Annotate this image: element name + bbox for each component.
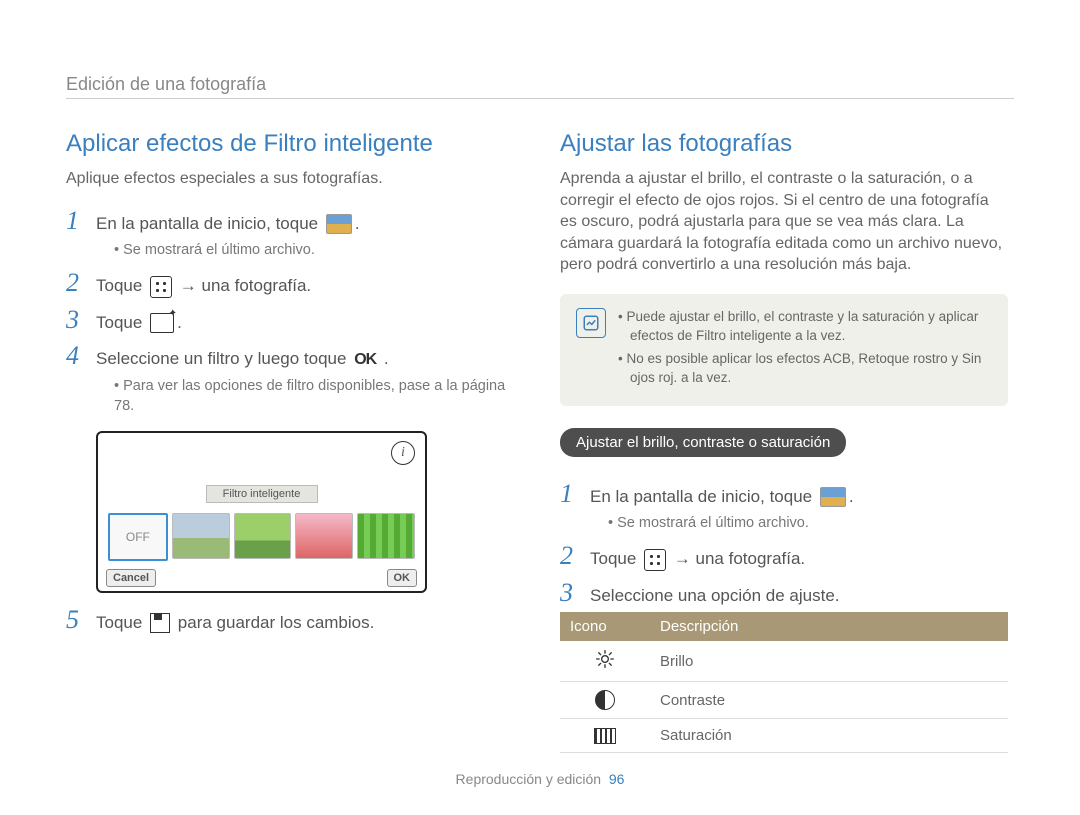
step-1-sub: Se mostrará el último archivo.	[114, 240, 514, 260]
right-column: Ajustar las fotografías Aprenda a ajusta…	[560, 130, 1008, 753]
table-header-icon: Icono	[560, 612, 650, 641]
r-step-1-sub: Se mostrará el último archivo.	[608, 513, 1008, 533]
step-text: para guardar los cambios.	[178, 613, 375, 632]
table-cell: Contraste	[650, 682, 1008, 719]
page-number: 96	[609, 771, 625, 787]
step-text: En la pantalla de inicio, toque	[590, 487, 812, 506]
step-number: 3	[560, 580, 590, 606]
note-item: No es posible aplicar los efectos ACB, R…	[618, 350, 992, 388]
info-icon[interactable]: i	[391, 441, 415, 465]
step-text: .	[849, 487, 854, 506]
step-text: Toque	[96, 313, 142, 332]
table-header-desc: Descripción	[650, 612, 1008, 641]
note-item: Puede ajustar el brillo, el contraste y …	[618, 308, 992, 346]
r-step-3: 3 Seleccione una opción de ajuste.	[560, 580, 1008, 609]
left-column: Aplicar efectos de Filtro inteligente Ap…	[66, 130, 514, 639]
adjust-options-table: Icono Descripción Brillo Contraste Satur…	[560, 612, 1008, 753]
manual-page: Edición de una fotografía Aplicar efecto…	[0, 0, 1080, 815]
page-footer: Reproducción y edición 96	[0, 771, 1080, 787]
step-4-sub: Para ver las opciones de filtro disponib…	[114, 376, 514, 417]
step-number: 3	[66, 307, 96, 333]
divider	[66, 98, 1014, 99]
step-number: 1	[560, 481, 590, 507]
step-number: 5	[66, 607, 96, 633]
step-number: 2	[66, 270, 96, 296]
saturation-icon	[594, 728, 616, 744]
step-text: Toque	[96, 276, 142, 295]
step-text: .	[384, 349, 389, 368]
step-text: Seleccione un filtro y luego toque	[96, 349, 346, 368]
filter-strip: OFF	[104, 509, 419, 565]
note-box: Puede ajustar el brillo, el contraste y …	[560, 294, 1008, 406]
step-3: 3 Toque .	[66, 307, 514, 336]
r-step-1: 1 En la pantalla de inicio, toque .	[560, 481, 1008, 510]
filter-thumb[interactable]	[295, 513, 353, 559]
filter-thumb[interactable]	[234, 513, 292, 559]
step-text: → una fotografía.	[674, 549, 805, 568]
intro-left: Aplique efectos especiales a sus fotogra…	[66, 168, 514, 190]
table-row: Contraste	[560, 682, 1008, 719]
brightness-icon	[595, 656, 615, 673]
table-cell: Brillo	[650, 641, 1008, 682]
step-4: 4 Seleccione un filtro y luego toque OK …	[66, 343, 514, 372]
note-list: Puede ajustar el brillo, el contraste y …	[618, 308, 992, 392]
cancel-button[interactable]: Cancel	[106, 569, 156, 587]
step-text: → una fotografía.	[180, 276, 311, 295]
step-text: Seleccione una opción de ajuste.	[590, 586, 840, 605]
filter-screen-mock: i Filtro inteligente OFF Cancel OK	[96, 431, 427, 593]
filter-thumb[interactable]	[172, 513, 230, 559]
grid-icon	[150, 276, 172, 298]
step-1: 1 En la pantalla de inicio, toque .	[66, 208, 514, 237]
table-cell: Saturación	[650, 719, 1008, 753]
heading-smart-filter: Aplicar efectos de Filtro inteligente	[66, 130, 514, 158]
contrast-icon	[595, 690, 615, 710]
step-number: 1	[66, 208, 96, 234]
intro-right: Aprenda a ajustar el brillo, el contrast…	[560, 168, 1008, 276]
gallery-thumbnail-icon	[820, 487, 846, 507]
filter-label: Filtro inteligente	[206, 485, 318, 503]
step-text: En la pantalla de inicio, toque	[96, 214, 318, 233]
save-icon	[150, 613, 170, 633]
step-text: Toque	[96, 613, 142, 632]
step-text: .	[177, 313, 182, 332]
edit-photo-icon	[150, 313, 174, 333]
table-row: Saturación	[560, 719, 1008, 753]
heading-adjust: Ajustar las fotografías	[560, 130, 1008, 158]
step-number: 4	[66, 343, 96, 369]
table-row: Brillo	[560, 641, 1008, 682]
step-5: 5 Toque para guardar los cambios.	[66, 607, 514, 636]
step-2: 2 Toque → una fotografía.	[66, 270, 514, 299]
breadcrumb: Edición de una fotografía	[66, 74, 266, 95]
footer-section: Reproducción y edición	[456, 771, 602, 787]
subsection-pill: Ajustar el brillo, contraste o saturació…	[560, 428, 846, 457]
step-number: 2	[560, 543, 590, 569]
filter-thumb[interactable]	[357, 513, 415, 559]
step-text: .	[355, 214, 360, 233]
note-icon	[576, 308, 606, 338]
gallery-thumbnail-icon	[326, 214, 352, 234]
filter-thumb-off[interactable]: OFF	[108, 513, 168, 561]
grid-icon	[644, 549, 666, 571]
r-step-2: 2 Toque → una fotografía.	[560, 543, 1008, 572]
step-text: Toque	[590, 549, 636, 568]
ok-icon: OK	[354, 348, 376, 372]
ok-button[interactable]: OK	[387, 569, 418, 587]
